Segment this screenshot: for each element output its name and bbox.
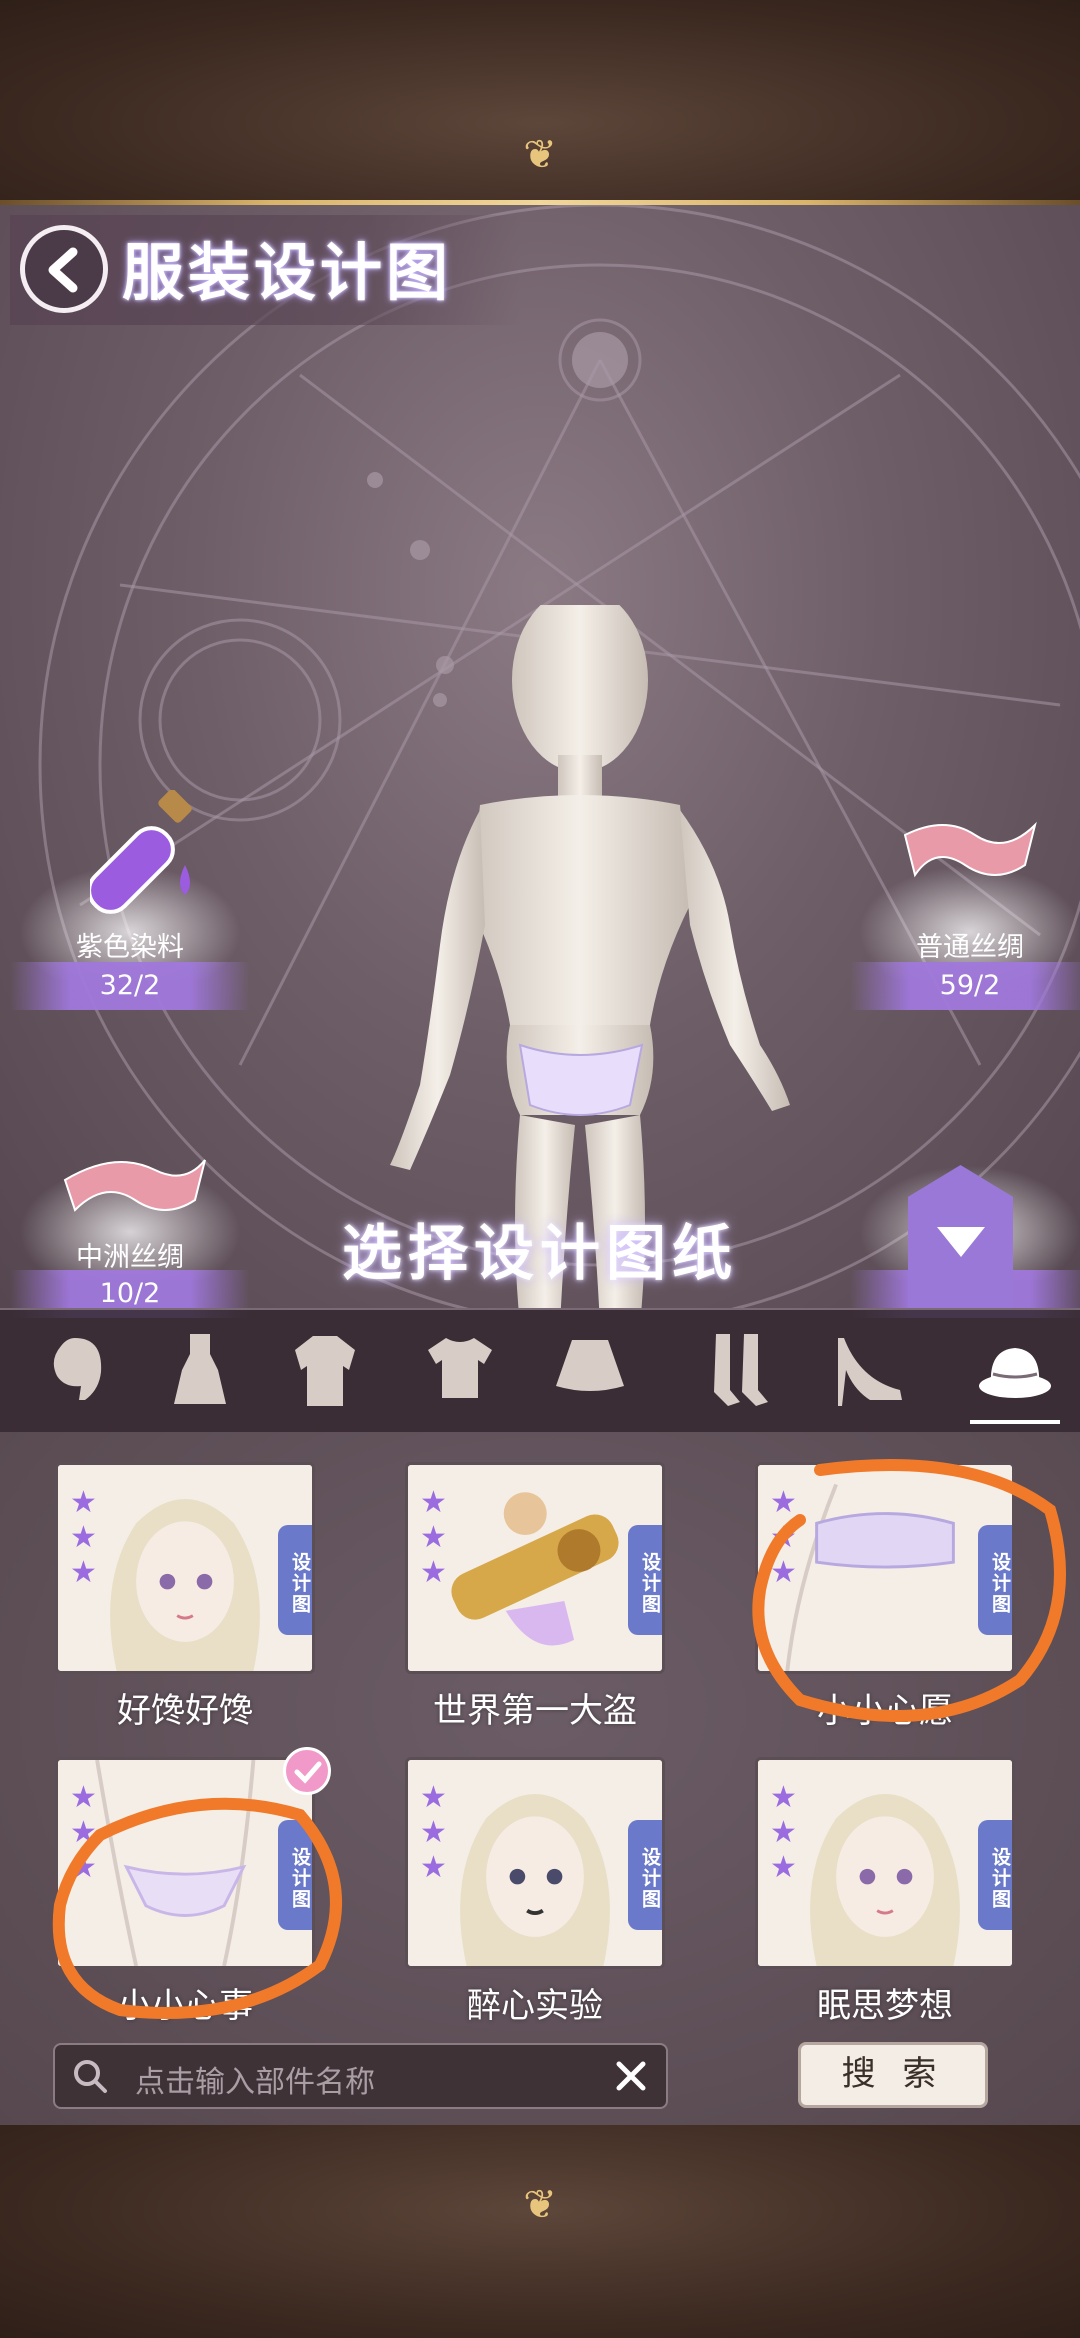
blueprint-badge: 设计图 xyxy=(978,1525,1012,1635)
tab-socks[interactable] xyxy=(700,1330,780,1410)
bottom-frame: ❦ xyxy=(0,2125,1080,2338)
material-name: 紫色染料 xyxy=(76,932,184,963)
dress-icon xyxy=(174,1334,226,1404)
tab-dress[interactable] xyxy=(160,1330,240,1410)
blueprint-badge: 设计图 xyxy=(628,1525,662,1635)
socks-icon xyxy=(714,1334,768,1406)
blueprint-badge: 设计图 xyxy=(278,1820,312,1930)
skirt-icon xyxy=(556,1340,624,1391)
rarity-stars: ★★★ xyxy=(766,1780,801,1885)
triangle-down-icon xyxy=(937,1227,985,1257)
search-icon xyxy=(74,2060,107,2093)
blueprint-badge: 设计图 xyxy=(628,1820,662,1930)
rarity-stars: ★★★ xyxy=(66,1485,101,1590)
page-title: 服装设计图 xyxy=(122,236,453,309)
pink-silk-icon xyxy=(903,821,1037,878)
mannequin-figure xyxy=(390,605,790,1308)
gold-ornament-icon: ❦ xyxy=(523,132,557,178)
tab-top[interactable] xyxy=(420,1330,500,1410)
tab-accessory[interactable] xyxy=(970,1330,1060,1424)
back-button[interactable] xyxy=(20,225,108,313)
tab-skirt[interactable] xyxy=(550,1330,630,1410)
blueprint-card[interactable]: ★★★ 设计图 xyxy=(755,1757,1015,1969)
card-name: 醉心实验 xyxy=(467,1986,603,2026)
shoes-icon xyxy=(838,1338,902,1406)
accessory-hat-icon xyxy=(979,1348,1051,1398)
card-name: 世界第一大盗 xyxy=(433,1691,637,1731)
blueprint-card[interactable]: ★★★ 设计图 xyxy=(755,1462,1015,1674)
chevron-left-icon xyxy=(48,247,78,293)
search-placeholder: 点击输入部件名称 xyxy=(135,2065,375,2100)
blueprint-badge: 设计图 xyxy=(278,1525,312,1635)
gold-ornament-icon: ❦ xyxy=(523,2182,557,2228)
card-name: 小小心愿 xyxy=(817,1691,953,1731)
tab-coat[interactable] xyxy=(285,1330,365,1410)
category-tab-bar xyxy=(0,1308,1080,1434)
hair-icon xyxy=(53,1338,102,1400)
blueprint-card[interactable]: ★★★ 设计图 xyxy=(55,1462,315,1674)
selected-check-icon xyxy=(283,1747,331,1795)
tab-hair[interactable] xyxy=(35,1330,115,1410)
material-count: 32/2 xyxy=(10,962,250,1010)
rarity-stars: ★★★ xyxy=(766,1485,801,1590)
card-name: 眠思梦想 xyxy=(817,1986,953,2026)
search-button[interactable]: 搜 索 xyxy=(798,2042,988,2108)
blueprint-card[interactable]: ★★★ 设计图 xyxy=(405,1462,665,1674)
tab-shoes[interactable] xyxy=(830,1330,910,1410)
material-name: 普通丝绸 xyxy=(916,932,1024,963)
top-frame: ❦ xyxy=(0,0,1080,205)
rarity-stars: ★★★ xyxy=(66,1780,101,1885)
rarity-stars: ★★★ xyxy=(416,1780,451,1885)
close-icon[interactable] xyxy=(610,2055,652,2097)
purple-dye-vial-icon xyxy=(90,790,192,914)
rarity-stars: ★★★ xyxy=(416,1485,451,1590)
blueprint-card[interactable]: ★★★ 设计图 xyxy=(405,1757,665,1969)
search-input[interactable]: 点击输入部件名称 xyxy=(53,2043,668,2109)
blueprint-card[interactable]: ★★★ 设计图 xyxy=(55,1757,315,1969)
card-name: 好馋好馋 xyxy=(117,1691,253,1731)
coat-icon xyxy=(295,1336,355,1406)
card-name: 小小心事 xyxy=(117,1986,253,2026)
material-count: 59/2 xyxy=(850,962,1080,1010)
blueprint-badge: 设计图 xyxy=(978,1820,1012,1930)
top-icon xyxy=(428,1338,492,1398)
